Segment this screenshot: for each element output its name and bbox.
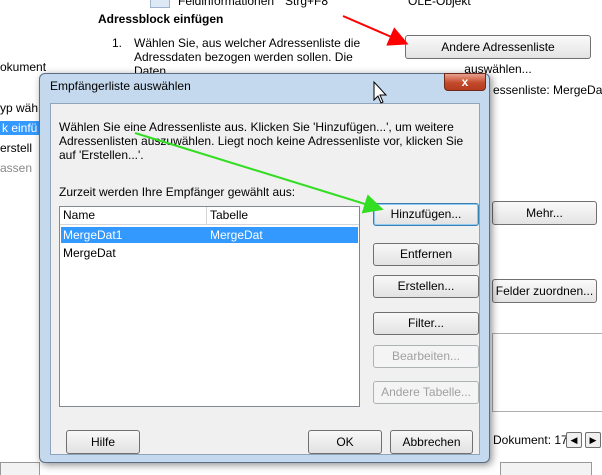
wizard-heading: Adressblock einfügen	[98, 12, 224, 26]
wizard-step-insert-address[interactable]: k einfü	[0, 121, 40, 135]
next-document-icon[interactable]: ▶	[585, 432, 601, 448]
instruction-text: Wählen Sie eine Adressenliste aus. Klick…	[59, 120, 464, 162]
help-button[interactable]: Hilfe	[66, 430, 140, 454]
dialog-title: Empfängerliste auswählen	[50, 79, 191, 93]
column-separator[interactable]	[206, 207, 207, 224]
previous-document-icon[interactable]: ◀	[566, 432, 582, 448]
table-header: Name Tabelle	[60, 207, 359, 225]
close-button[interactable]: x	[444, 73, 486, 91]
column-header-table[interactable]: Tabelle	[210, 208, 248, 222]
menu-item-shortcut: Strg+F8	[285, 0, 329, 8]
select-recipient-list-dialog: Empfängerliste auswählen x Wählen Sie ei…	[39, 73, 490, 463]
step-text: Wählen Sie, aus welcher Adressenliste di…	[134, 36, 361, 78]
add-button[interactable]: Hinzufügen...	[373, 203, 479, 226]
ok-button[interactable]: OK	[308, 430, 382, 454]
menu-item-fieldinfo[interactable]: Feldinformationen	[178, 0, 274, 8]
current-source-label: Zurzeit werden Ihre Empfänger gewählt au…	[59, 185, 296, 199]
wizard-step-create[interactable]: erstell	[0, 141, 32, 155]
address-preview-panel	[492, 333, 602, 412]
menu-checkbox-icon	[150, 0, 170, 8]
other-table-button: Andere Tabelle...	[373, 381, 479, 404]
document-counter: Dokument: 17	[493, 433, 568, 447]
background-bottom-button-right[interactable]	[500, 462, 592, 475]
dialog-client-area: Wählen Sie eine Adressenliste aus. Klick…	[50, 103, 480, 455]
close-icon: x	[461, 75, 469, 89]
wizard-step-type[interactable]: yp wäh	[0, 101, 38, 115]
background-bottom-button-left[interactable]	[0, 462, 40, 475]
table-row[interactable]: MergeDat1 MergeDat	[61, 227, 358, 243]
cancel-button[interactable]: Abbrechen	[390, 430, 473, 454]
row-name-cell: MergeDat	[63, 246, 116, 260]
step-number: 1.	[112, 36, 123, 50]
create-button[interactable]: Erstellen...	[373, 275, 479, 298]
address-list-table[interactable]: Name Tabelle MergeDat1 MergeDat MergeDat	[59, 206, 360, 407]
column-header-name[interactable]: Name	[63, 208, 95, 222]
row-table-cell: MergeDat	[210, 228, 263, 242]
row-name-cell: MergeDat1	[63, 228, 123, 242]
more-button[interactable]: Mehr...	[492, 201, 597, 225]
wizard-step-document[interactable]: okument	[0, 60, 46, 74]
current-address-list-label: essenliste: MergeDat1	[493, 83, 602, 97]
wizard-step-adjust[interactable]: assen	[0, 161, 32, 175]
remove-button[interactable]: Entfernen	[373, 243, 479, 266]
edit-button: Bearbeiten...	[373, 345, 479, 368]
table-row[interactable]: MergeDat	[61, 245, 358, 261]
assign-fields-button[interactable]: Felder zuordnen...	[492, 279, 597, 303]
change-address-list-button[interactable]: Andere Adressenliste auswählen...	[405, 35, 591, 76]
filter-button[interactable]: Filter...	[373, 312, 479, 335]
menu-item-ole[interactable]: OLE-Objekt	[408, 0, 471, 8]
